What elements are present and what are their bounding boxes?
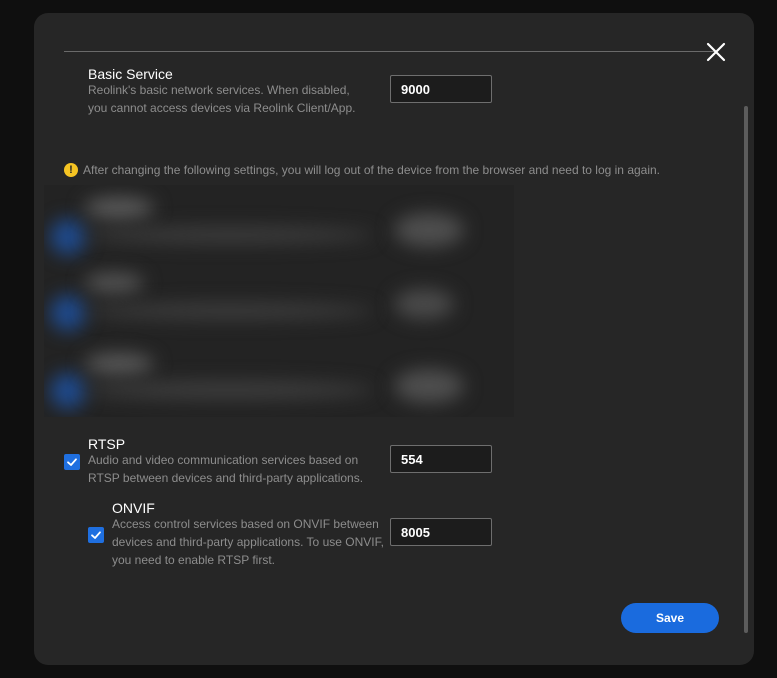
blurred-title-1 bbox=[84, 197, 154, 219]
network-port-dialog: Basic Service Reolink's basic network se… bbox=[34, 13, 754, 665]
logout-notice: ! After changing the following settings,… bbox=[64, 162, 660, 178]
onvif-description-line1: Access control services based on ONVIF b… bbox=[112, 517, 379, 531]
blurred-input-1 bbox=[394, 213, 464, 247]
blurred-checkbox-2 bbox=[50, 295, 86, 331]
onvif-description-line2: devices and third-party applications. To… bbox=[112, 535, 384, 549]
onvif-checkbox[interactable] bbox=[88, 527, 104, 543]
onvif-description-line3: you need to enable RTSP first. bbox=[112, 553, 275, 567]
blurred-checkbox-1 bbox=[50, 219, 86, 255]
rtsp-title: RTSP bbox=[88, 436, 126, 452]
onvif-port-input[interactable] bbox=[390, 518, 492, 546]
blurred-title-3 bbox=[84, 353, 154, 375]
onvif-title: ONVIF bbox=[112, 500, 155, 516]
basic-service-description-line2: you cannot access devices via Reolink Cl… bbox=[88, 101, 356, 115]
blurred-desc-1 bbox=[84, 227, 374, 243]
blurred-checkbox-3 bbox=[50, 373, 86, 409]
blurred-desc-3 bbox=[84, 381, 374, 399]
basic-service-port-input[interactable] bbox=[390, 75, 492, 103]
blurred-input-2 bbox=[394, 289, 454, 319]
blurred-input-3 bbox=[394, 369, 464, 403]
vertical-scrollbar[interactable] bbox=[744, 106, 748, 633]
header-divider bbox=[64, 51, 714, 52]
save-button[interactable]: Save bbox=[621, 603, 719, 633]
close-icon[interactable] bbox=[704, 40, 728, 64]
basic-service-title: Basic Service bbox=[88, 66, 173, 82]
basic-service-description-line1: Reolink's basic network services. When d… bbox=[88, 83, 350, 97]
blurred-desc-2 bbox=[84, 303, 374, 319]
rtsp-description-line1: Audio and video communication services b… bbox=[88, 453, 359, 467]
blurred-title-2 bbox=[84, 273, 144, 293]
warning-icon: ! bbox=[64, 163, 78, 177]
rtsp-checkbox[interactable] bbox=[64, 454, 80, 470]
blurred-settings-region bbox=[44, 185, 514, 417]
rtsp-port-input[interactable] bbox=[390, 445, 492, 473]
notice-text: After changing the following settings, y… bbox=[83, 163, 661, 177]
rtsp-description-line2: RTSP between devices and third-party app… bbox=[88, 471, 364, 485]
